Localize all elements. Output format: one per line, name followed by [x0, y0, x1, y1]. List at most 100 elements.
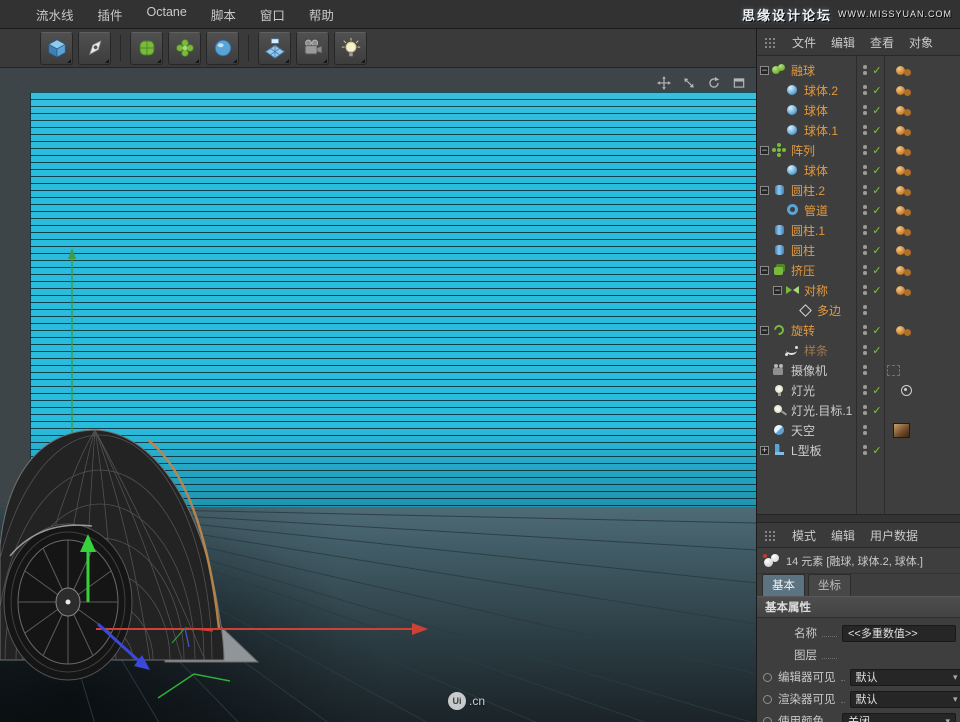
- material-tag-icon[interactable]: [896, 246, 905, 255]
- material-tag-icon[interactable]: [896, 106, 905, 115]
- object-row[interactable]: 圆柱.1✓: [757, 220, 960, 240]
- visibility-dots[interactable]: [863, 145, 867, 155]
- enable-check[interactable]: ✓: [869, 124, 885, 137]
- pan-view-icon[interactable]: [657, 76, 671, 90]
- visibility-dots[interactable]: [863, 85, 867, 95]
- visibility-dots[interactable]: [863, 365, 867, 375]
- object-row[interactable]: 管道✓: [757, 200, 960, 220]
- material-tag-icon[interactable]: [896, 206, 905, 215]
- visibility-dots[interactable]: [863, 105, 867, 115]
- visibility-dots[interactable]: [863, 165, 867, 175]
- deformers-tool[interactable]: [168, 32, 201, 65]
- menu-item-插件[interactable]: 插件: [86, 5, 135, 24]
- name-input[interactable]: <<多重数值>>: [842, 625, 956, 642]
- zoom-view-icon[interactable]: [682, 76, 696, 90]
- material-tag-icon[interactable]: [896, 286, 905, 295]
- om-menu-对象[interactable]: 对象: [909, 34, 933, 51]
- enable-check[interactable]: ✓: [869, 324, 885, 337]
- collapse-toggle[interactable]: −: [760, 66, 769, 75]
- material-tag-icon[interactable]: [896, 146, 905, 155]
- am-menu-模式[interactable]: 模式: [792, 527, 816, 544]
- menu-item-流水线[interactable]: 流水线: [24, 5, 86, 24]
- material-tag-icon[interactable]: [896, 66, 905, 75]
- object-row[interactable]: 天空: [757, 420, 960, 440]
- visibility-dots[interactable]: [863, 265, 867, 275]
- collapse-toggle[interactable]: −: [773, 286, 782, 295]
- primitive-cube-tool[interactable]: [40, 32, 73, 65]
- enable-check[interactable]: ✓: [869, 244, 885, 257]
- menu-item-脚本[interactable]: 脚本: [199, 5, 248, 24]
- keyframe-circle[interactable]: [763, 673, 772, 682]
- generators-tool[interactable]: [130, 32, 163, 65]
- target-tag-icon[interactable]: [901, 385, 912, 396]
- material-tag-icon[interactable]: [896, 126, 905, 135]
- object-row[interactable]: 灯光.目标.1✓: [757, 400, 960, 420]
- panel-grip-icon[interactable]: [764, 530, 775, 541]
- visibility-dots[interactable]: [863, 205, 867, 215]
- use-color-select[interactable]: 关闭▾: [842, 713, 956, 722]
- menu-item-Octane[interactable]: Octane: [135, 5, 199, 24]
- enable-check[interactable]: ✓: [869, 264, 885, 277]
- object-row[interactable]: −圆柱.2✓: [757, 180, 960, 200]
- am-menu-编辑[interactable]: 编辑: [831, 527, 855, 544]
- camera-tool[interactable]: [296, 32, 329, 65]
- enable-check[interactable]: ✓: [869, 284, 885, 297]
- enable-check[interactable]: ✓: [869, 164, 885, 177]
- camera-tag-icon[interactable]: [887, 365, 900, 376]
- visibility-dots[interactable]: [863, 405, 867, 415]
- light-tool[interactable]: [334, 32, 367, 65]
- editor-visibility-select[interactable]: 默认▾: [850, 669, 960, 686]
- volume-tool[interactable]: [206, 32, 239, 65]
- panel-grip-icon[interactable]: [764, 37, 775, 48]
- render-visibility-select[interactable]: 默认▾: [850, 691, 960, 708]
- enable-check[interactable]: ✓: [869, 64, 885, 77]
- object-row[interactable]: −对称✓: [757, 280, 960, 300]
- material-tag-icon[interactable]: [896, 226, 905, 235]
- object-row[interactable]: −挤压✓: [757, 260, 960, 280]
- visibility-dots[interactable]: [863, 305, 867, 315]
- menu-item-窗口[interactable]: 窗口: [248, 5, 297, 24]
- om-menu-编辑[interactable]: 编辑: [831, 34, 855, 51]
- visibility-dots[interactable]: [863, 445, 867, 455]
- material-tag-icon[interactable]: [896, 166, 905, 175]
- menu-item-帮助[interactable]: 帮助: [297, 5, 346, 24]
- floor-tool[interactable]: [258, 32, 291, 65]
- material-tag-icon[interactable]: [896, 326, 905, 335]
- toggle-view-icon[interactable]: [732, 76, 746, 90]
- collapse-toggle[interactable]: −: [760, 186, 769, 195]
- object-row[interactable]: 摄像机: [757, 360, 960, 380]
- visibility-dots[interactable]: [863, 245, 867, 255]
- texture-tag-icon[interactable]: [893, 423, 910, 438]
- visibility-dots[interactable]: [863, 285, 867, 295]
- enable-check[interactable]: ✓: [869, 444, 885, 457]
- collapse-toggle[interactable]: −: [760, 266, 769, 275]
- visibility-dots[interactable]: [863, 185, 867, 195]
- visibility-dots[interactable]: [863, 325, 867, 335]
- keyframe-circle[interactable]: [763, 717, 772, 722]
- object-row[interactable]: 灯光✓: [757, 380, 960, 400]
- enable-check[interactable]: ✓: [869, 204, 885, 217]
- tab-基本[interactable]: 基本: [762, 574, 805, 596]
- object-row[interactable]: 样条✓: [757, 340, 960, 360]
- visibility-dots[interactable]: [863, 345, 867, 355]
- collapse-toggle[interactable]: −: [760, 326, 769, 335]
- object-row[interactable]: 球体✓: [757, 160, 960, 180]
- om-menu-文件[interactable]: 文件: [792, 34, 816, 51]
- object-row[interactable]: 多边: [757, 300, 960, 320]
- object-row[interactable]: −融球✓: [757, 60, 960, 80]
- enable-check[interactable]: ✓: [869, 184, 885, 197]
- material-tag-icon[interactable]: [896, 86, 905, 95]
- tab-坐标[interactable]: 坐标: [808, 574, 851, 596]
- enable-check[interactable]: ✓: [869, 404, 885, 417]
- expand-toggle[interactable]: +: [760, 446, 769, 455]
- section-header[interactable]: 基本属性: [757, 596, 960, 618]
- visibility-dots[interactable]: [863, 385, 867, 395]
- rotate-view-icon[interactable]: [707, 76, 721, 90]
- collapse-toggle[interactable]: −: [760, 146, 769, 155]
- panel-splitter[interactable]: [757, 514, 960, 523]
- keyframe-circle[interactable]: [763, 695, 772, 704]
- object-row[interactable]: −旋转✓: [757, 320, 960, 340]
- spline-pen-tool[interactable]: [78, 32, 111, 65]
- visibility-dots[interactable]: [863, 225, 867, 235]
- viewport-canvas[interactable]: Ui .cn: [0, 68, 756, 722]
